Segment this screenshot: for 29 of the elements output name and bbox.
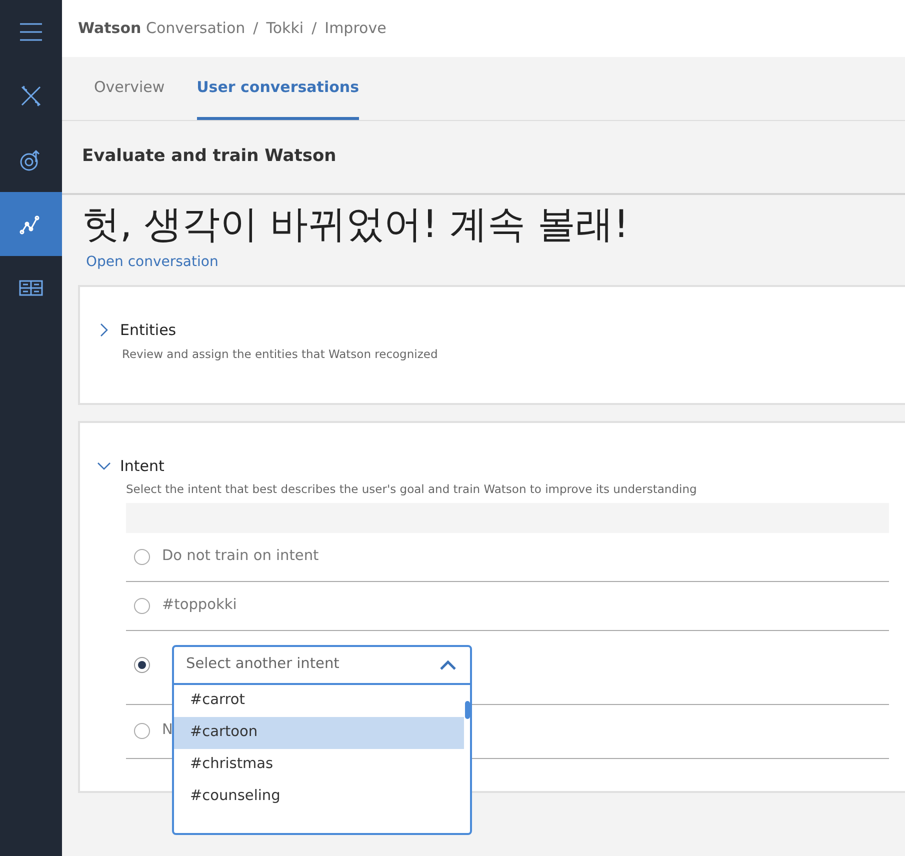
- intent-dropdown[interactable]: Select another intent: [174, 646, 470, 684]
- radio-button[interactable]: [134, 656, 150, 672]
- tools-icon[interactable]: [19, 84, 43, 108]
- radio-button[interactable]: [134, 598, 150, 614]
- scrollbar-thumb[interactable]: [465, 700, 470, 718]
- option-label[interactable]: N: [162, 720, 173, 742]
- open-conversation-link[interactable]: Open conversation: [86, 254, 218, 270]
- option-label[interactable]: #toppokki: [162, 594, 237, 616]
- dropdown-option[interactable]: #counseling: [174, 780, 464, 812]
- dropdown-option[interactable]: #carrot: [174, 684, 464, 716]
- radio-button[interactable]: [134, 548, 150, 564]
- dropdown-option[interactable]: #christmas: [174, 748, 464, 780]
- sidebar-item[interactable]: [0, 192, 62, 256]
- message-text: 헛, 생각이 바뀌었어! 계속 볼래!: [82, 201, 630, 248]
- panel-title[interactable]: Entities: [120, 319, 176, 342]
- breadcrumb-link[interactable]: Watson Conversation: [78, 17, 246, 40]
- breadcrumb-link[interactable]: Tokki: [266, 17, 304, 40]
- breadcrumb-separator: /: [253, 18, 258, 40]
- radio-button[interactable]: [134, 723, 150, 739]
- panel-title[interactable]: Intent: [120, 454, 164, 478]
- tab[interactable]: User conversations: [196, 57, 360, 120]
- panel-description: Review and assign the entities that Watson recognized: [122, 346, 439, 362]
- section-title: Evaluate and train Watson: [82, 145, 336, 168]
- breadcrumb-separator: /: [312, 18, 317, 40]
- tab[interactable]: Overview: [94, 57, 165, 120]
- breadcrumb-link[interactable]: Improve: [324, 17, 386, 40]
- dropdown-option[interactable]: #cartoon: [174, 716, 464, 748]
- option-label[interactable]: Do not train on intent: [162, 546, 319, 568]
- panel-description: Select the intent that best describes the user's goal and train Watson to improve its understanding: [126, 481, 698, 498]
